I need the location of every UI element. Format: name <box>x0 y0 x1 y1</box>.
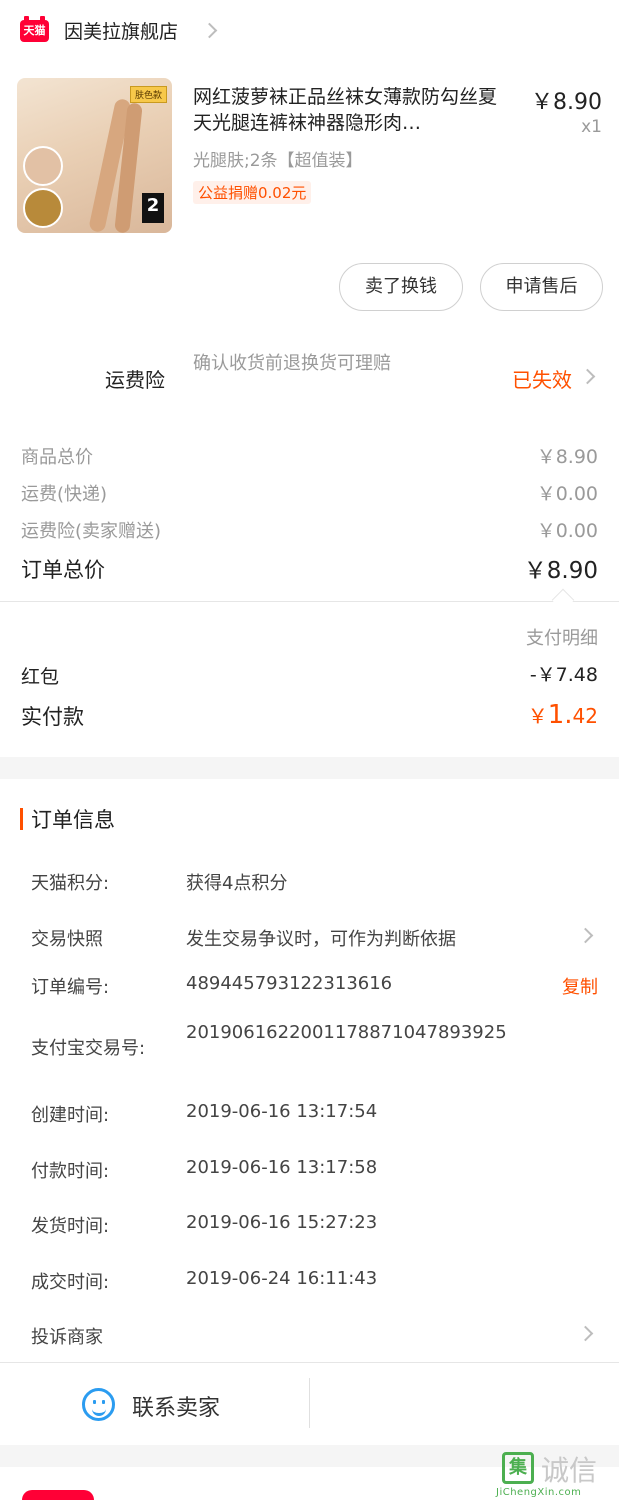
section-gap <box>0 757 619 779</box>
section-accent-bar <box>20 808 23 830</box>
product-title[interactable]: 网红菠萝袜正品丝袜女薄款防勾丝夏天光腿连裤袜神器隐形肉… <box>193 84 511 136</box>
info-value: 发生交易争议时，可作为判断依据 <box>186 929 456 950</box>
red-packet-label: 红包 <box>21 666 60 688</box>
info-label: 支付宝交易号: <box>31 1038 146 1059</box>
watermark-url: JiChengXin.com <box>496 1487 582 1498</box>
info-label: 天猫积分: <box>31 873 110 894</box>
divider <box>309 1378 310 1428</box>
insurance-description: 确认收货前退换货可理赔 <box>193 353 391 374</box>
info-label: 创建时间: <box>31 1105 110 1126</box>
summary-label: 商品总价 <box>21 447 93 468</box>
summary-value: ￥8.90 <box>536 446 598 468</box>
bottom-badge <box>22 1490 94 1500</box>
payment-detail-label: 支付明细 <box>526 628 598 649</box>
chevron-right-icon[interactable] <box>577 927 594 944</box>
order-number: 489445793122313616 <box>186 973 393 994</box>
watermark-text: 诚信 <box>541 1454 598 1487</box>
summary-value: ￥0.00 <box>536 520 598 542</box>
product-thumbnail[interactable]: 肤色款 2 <box>17 78 172 233</box>
chat-smile-icon[interactable] <box>82 1388 115 1421</box>
contact-seller-button[interactable]: 联系卖家 <box>132 1390 220 1422</box>
order-info-title: 订单信息 <box>31 808 115 832</box>
order-total-label: 订单总价 <box>21 558 105 582</box>
payment-detail-notch <box>551 588 575 612</box>
summary-label: 运费险(卖家赠送) <box>21 521 162 542</box>
snapshot-link[interactable]: 交易快照 <box>31 925 103 951</box>
summary-value: ￥0.00 <box>536 483 598 505</box>
order-total-value: ￥8.90 <box>523 558 598 584</box>
insurance-label: 运费险 <box>105 368 165 392</box>
sell-exchange-button[interactable]: 卖了换钱 <box>339 263 463 311</box>
product-sku: 光腿肤;2条【超值装】 <box>193 151 363 171</box>
info-label: 成交时间: <box>31 1272 110 1293</box>
info-value: 2019-06-16 13:17:54 <box>186 1101 378 1122</box>
info-label: 发货时间: <box>31 1216 110 1237</box>
product-price: ￥8.90 <box>531 90 602 115</box>
after-sale-button[interactable]: 申请售后 <box>480 263 603 311</box>
store-name-link[interactable]: 因美拉旗舰店 <box>64 17 178 44</box>
pineapple-icon <box>23 188 63 228</box>
info-value: 2019-06-24 16:11:43 <box>186 1268 378 1289</box>
actual-paid-label: 实付款 <box>21 705 84 729</box>
count-badge: 2 <box>142 193 164 223</box>
actual-paid-value: ￥1.42 <box>527 700 598 730</box>
summary-label: 运费(快递) <box>21 484 108 505</box>
product-quantity: x1 <box>581 117 602 137</box>
info-value: 2019-06-16 15:27:23 <box>186 1212 378 1233</box>
charity-badge: 公益捐赠0.02元 <box>193 181 312 204</box>
tmall-logo: 天猫 <box>20 16 49 42</box>
chevron-right-icon[interactable] <box>201 22 218 39</box>
red-packet-value: -￥7.48 <box>529 664 598 686</box>
chevron-right-icon[interactable] <box>579 368 596 385</box>
info-label: 订单编号: <box>31 977 110 998</box>
alipay-trade-number: 2019061622001178871047893925 <box>186 1022 507 1043</box>
watermark-logo: 集 <box>502 1452 534 1484</box>
image-tag: 肤色款 <box>129 86 167 103</box>
info-value: 获得4点积分 <box>186 873 288 894</box>
complain-seller-link[interactable]: 投诉商家 <box>31 1323 103 1349</box>
divider <box>0 601 619 602</box>
info-label: 付款时间: <box>31 1161 110 1182</box>
copy-button[interactable]: 复制 <box>562 973 598 999</box>
chevron-right-icon[interactable] <box>577 1325 594 1342</box>
insurance-status-link[interactable]: 已失效 <box>512 364 572 393</box>
info-value: 2019-06-16 13:17:58 <box>186 1157 378 1178</box>
